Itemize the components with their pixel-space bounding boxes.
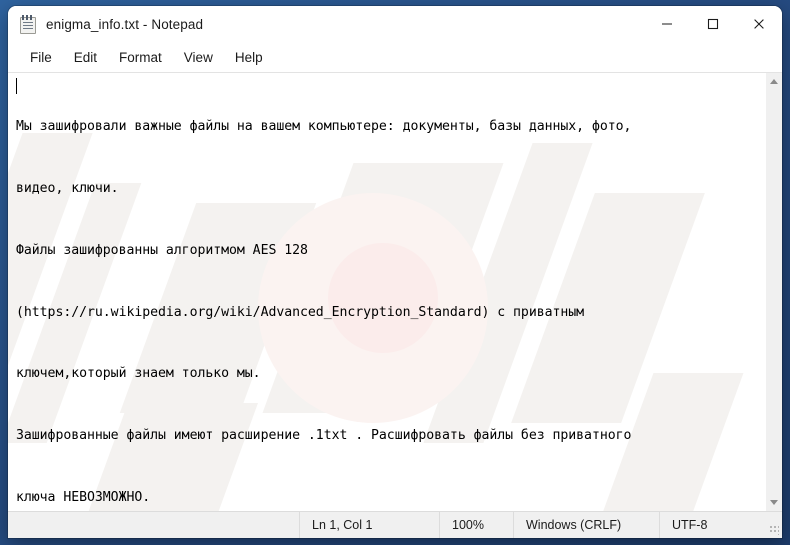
text-caret bbox=[16, 78, 17, 94]
titlebar-left-group: enigma_info.txt - Notepad bbox=[8, 14, 644, 34]
editor-region: Мы зашифровали важные файлы на вашем ком… bbox=[8, 72, 782, 511]
chevron-down-icon bbox=[770, 500, 778, 505]
statusbar-spacer bbox=[8, 512, 300, 538]
menu-item-file[interactable]: File bbox=[20, 46, 62, 69]
notepad-window: enigma_info.txt - Notepad File Edit Form… bbox=[8, 6, 782, 538]
maximize-button[interactable] bbox=[690, 6, 736, 42]
text-line: (https://ru.wikipedia.org/wiki/Advanced_… bbox=[16, 304, 585, 320]
text-line: Файлы зашифрованны алгоритмом AES 128 bbox=[16, 242, 308, 258]
status-encoding[interactable]: UTF-8 bbox=[660, 512, 766, 538]
close-button[interactable] bbox=[736, 6, 782, 42]
resize-grip[interactable] bbox=[766, 512, 782, 538]
window-controls bbox=[644, 6, 782, 42]
scroll-down-button[interactable] bbox=[766, 494, 783, 511]
menubar: File Edit Format View Help bbox=[8, 42, 782, 72]
minimize-button[interactable] bbox=[644, 6, 690, 42]
close-icon bbox=[754, 19, 764, 29]
text-line: ключем,который знаем только мы. bbox=[16, 366, 261, 382]
window-titlebar[interactable]: enigma_info.txt - Notepad bbox=[8, 6, 782, 42]
vertical-scrollbar[interactable] bbox=[765, 73, 782, 511]
scroll-up-button[interactable] bbox=[766, 73, 783, 90]
status-zoom-level[interactable]: 100% bbox=[440, 512, 514, 538]
statusbar: Ln 1, Col 1 100% Windows (CRLF) UTF-8 bbox=[8, 511, 782, 538]
status-cursor-position[interactable]: Ln 1, Col 1 bbox=[300, 512, 440, 538]
text-line: Мы зашифровали важные файлы на вашем ком… bbox=[16, 119, 632, 135]
menu-item-view[interactable]: View bbox=[174, 46, 223, 69]
text-line: видео, ключи. bbox=[16, 180, 119, 196]
window-title: enigma_info.txt - Notepad bbox=[46, 16, 204, 32]
minimize-icon bbox=[662, 23, 672, 25]
menu-item-edit[interactable]: Edit bbox=[64, 46, 107, 69]
maximize-icon bbox=[707, 18, 719, 30]
status-line-ending[interactable]: Windows (CRLF) bbox=[514, 512, 660, 538]
notepad-icon bbox=[20, 14, 37, 34]
document-text: Мы зашифровали важные файлы на вашем ком… bbox=[16, 76, 765, 511]
text-editor[interactable]: Мы зашифровали важные файлы на вашем ком… bbox=[8, 73, 765, 511]
text-line: ключа НЕВОЗМОЖНО. bbox=[16, 489, 151, 505]
menu-item-format[interactable]: Format bbox=[109, 46, 172, 69]
text-line: Зашифрованные файлы имеют расширение .1t… bbox=[16, 428, 632, 444]
resize-grip-icon bbox=[770, 526, 779, 535]
menu-item-help[interactable]: Help bbox=[225, 46, 273, 69]
chevron-up-icon bbox=[770, 79, 778, 84]
